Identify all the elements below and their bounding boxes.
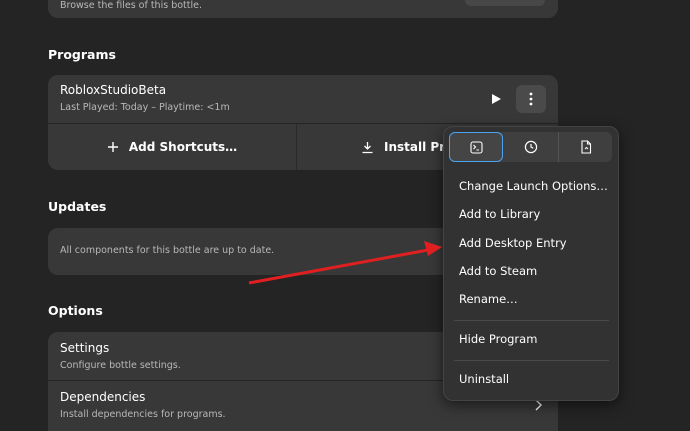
download-icon (362, 141, 373, 153)
clock-icon (524, 140, 538, 154)
add-shortcuts-button[interactable]: Add Shortcuts… (48, 124, 296, 170)
menu-uninstall[interactable]: Uninstall (459, 372, 509, 386)
tab-file[interactable] (559, 132, 612, 162)
menu-change-launch-options[interactable]: Change Launch Options… (459, 179, 608, 193)
program-menu-button[interactable] (516, 85, 546, 113)
browse-files-card[interactable]: Browse the files of this bottle. (48, 0, 558, 18)
options-section-title: Options (48, 303, 103, 318)
program-context-popover: Change Launch Options… Add to Library Ad… (443, 126, 619, 401)
settings-title: Settings (60, 341, 110, 355)
terminal-icon (469, 140, 483, 154)
menu-rename[interactable]: Rename… (459, 292, 518, 306)
tab-playtime[interactable] (504, 132, 558, 162)
plus-icon (107, 142, 118, 152)
dependencies-title: Dependencies (60, 390, 146, 404)
program-meta: Last Played: Today – Playtime: <1m (60, 102, 230, 113)
updates-section-title: Updates (48, 199, 107, 214)
menu-add-to-steam[interactable]: Add to Steam (459, 264, 537, 278)
dependencies-subtitle: Install dependencies for programs. (60, 409, 226, 420)
browse-files-subtitle: Browse the files of this bottle. (60, 0, 202, 11)
program-row[interactable]: RobloxStudioBeta Last Played: Today – Pl… (48, 75, 558, 123)
settings-subtitle: Configure bottle settings. (60, 360, 181, 371)
menu-separator (454, 320, 609, 321)
tab-terminal[interactable] (449, 132, 503, 162)
popover-tab-bar (449, 132, 612, 162)
add-shortcuts-label: Add Shortcuts… (128, 140, 238, 154)
program-name: RobloxStudioBeta (60, 83, 167, 97)
menu-separator (454, 360, 609, 361)
play-button[interactable] (486, 89, 506, 109)
more-vertical-icon (529, 92, 533, 106)
programs-section-title: Programs (48, 47, 116, 62)
updates-message: All components for this bottle are up to… (60, 245, 275, 256)
menu-hide-program[interactable]: Hide Program (459, 332, 537, 346)
menu-add-to-library[interactable]: Add to Library (459, 207, 540, 221)
menu-add-desktop-entry[interactable]: Add Desktop Entry (459, 236, 567, 250)
play-icon (492, 94, 501, 104)
browse-files-button[interactable] (465, 0, 545, 6)
file-icon (580, 140, 591, 154)
